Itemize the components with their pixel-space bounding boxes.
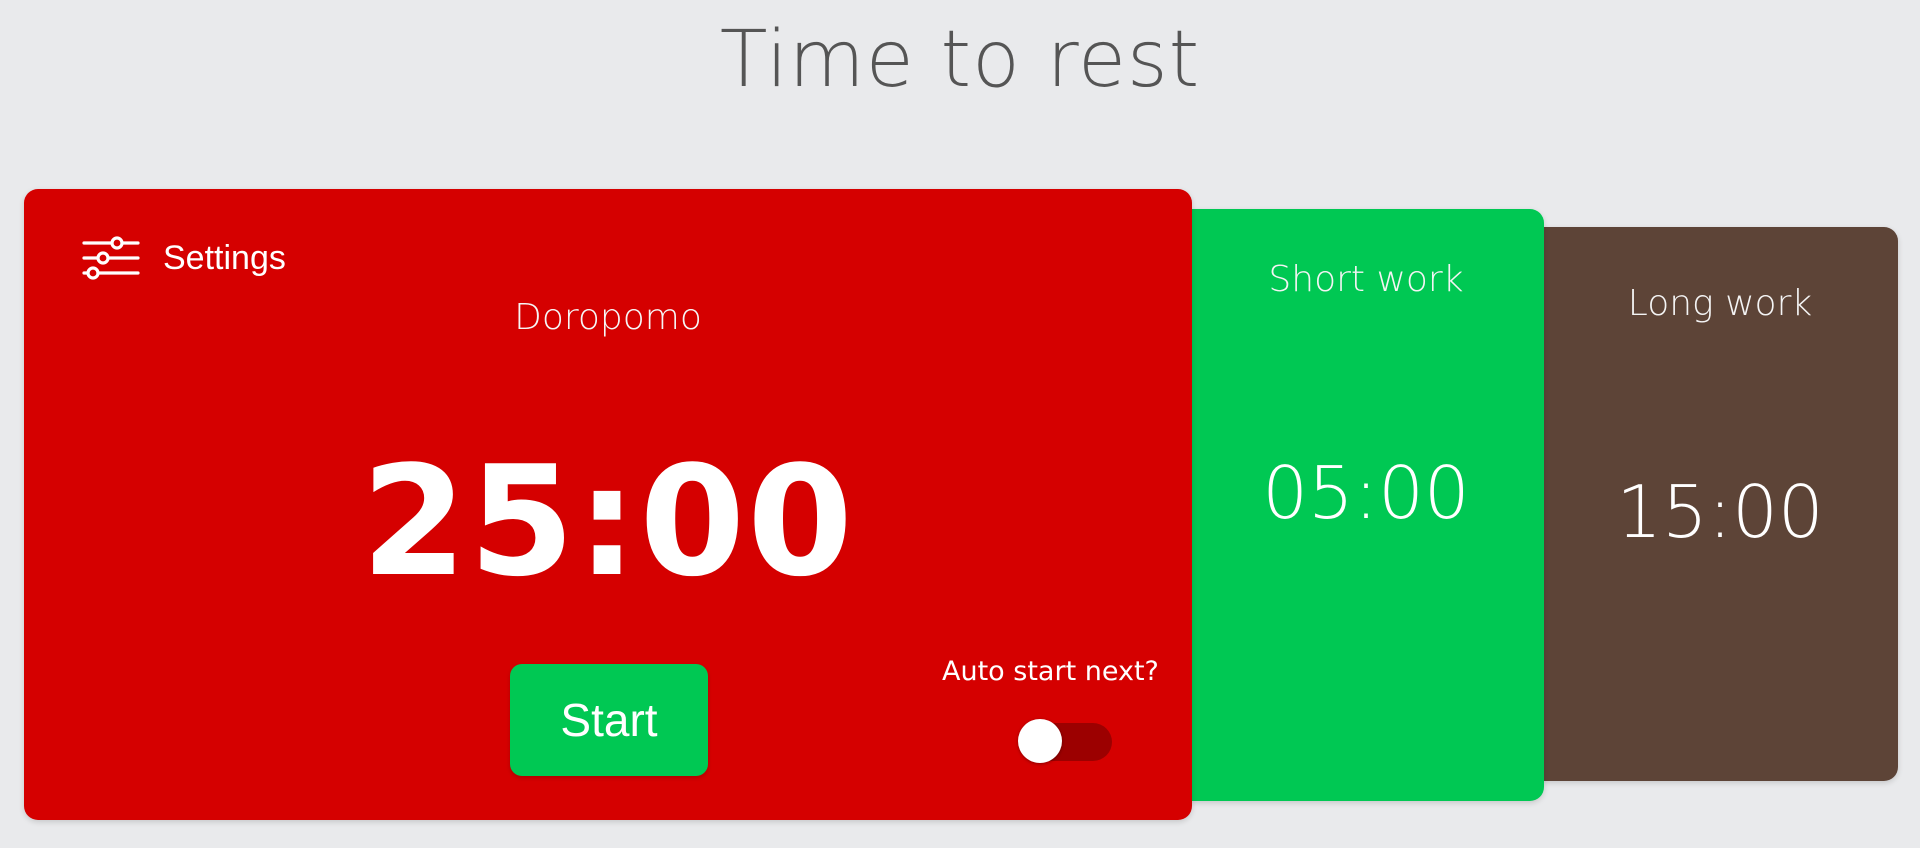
long-work-card[interactable]: Long work 15:00 xyxy=(1520,227,1898,781)
timer-display: 25:00 xyxy=(361,433,855,610)
auto-start-toggle[interactable] xyxy=(1018,719,1112,765)
short-work-time: 05:00 xyxy=(1262,451,1470,535)
short-work-label: Short work xyxy=(1268,259,1464,300)
start-button[interactable]: Start xyxy=(510,664,708,776)
auto-start-label: Auto start next? xyxy=(942,656,1159,687)
settings-label: Settings xyxy=(163,238,286,277)
sliders-icon xyxy=(82,236,140,280)
page-title: Time to rest xyxy=(719,15,1201,105)
long-work-time: 15:00 xyxy=(1616,470,1824,554)
app-page: Time to rest Long work 15:00 Short work … xyxy=(0,0,1920,848)
main-timer-card: Settings Doropomo 25:00 Start Auto start… xyxy=(24,189,1192,820)
toggle-knob xyxy=(1018,719,1062,763)
short-work-card[interactable]: Short work 05:00 xyxy=(1168,209,1544,801)
mode-label: Doropomo xyxy=(514,297,702,338)
settings-button[interactable]: Settings xyxy=(81,234,286,282)
long-work-label: Long work xyxy=(1627,283,1813,324)
